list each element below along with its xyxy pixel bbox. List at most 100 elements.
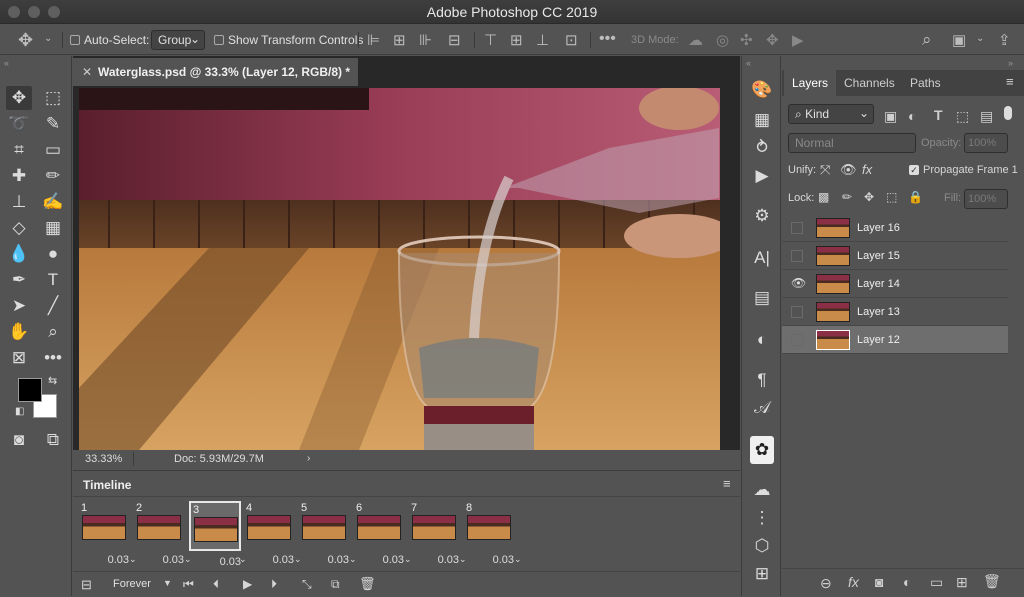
gradient-tool-icon[interactable]: ▦ (40, 216, 66, 240)
tween-icon[interactable]: ⤡ (302, 577, 312, 592)
new-group-icon[interactable]: ▭ (930, 574, 943, 591)
chevron-down-icon[interactable]: ▼ (163, 578, 172, 588)
lock-artboard-icon[interactable]: ⬚ (886, 190, 897, 204)
chevron-down-icon[interactable]: ⌄ (44, 33, 52, 44)
quick-select-tool-icon[interactable]: ✎ (40, 112, 66, 136)
path-select-icon[interactable]: ➤ (6, 294, 32, 318)
creative-cloud-icon[interactable]: ☁ (742, 476, 782, 504)
filter-kind-dropdown[interactable]: ⌕ Kind ⌄ (788, 104, 874, 124)
3d-slide-icon[interactable]: ✥ (766, 31, 779, 49)
move-tool-icon[interactable]: ✥ (18, 30, 33, 51)
frame-delay[interactable]: 0.03 (409, 554, 459, 566)
eye-icon[interactable]: 👁 (791, 277, 806, 290)
hand-tool-icon[interactable]: ✋ (6, 320, 32, 344)
opacity-field[interactable]: 100% (964, 133, 1008, 153)
visibility-toggle[interactable] (791, 306, 803, 318)
timeline-frame[interactable]: 8 0.03 (464, 501, 516, 566)
default-colors-icon[interactable]: ◧ (15, 406, 24, 417)
3d-panel-icon[interactable]: ⬡ (742, 532, 782, 560)
chevron-down-icon[interactable]: ⌄ (514, 554, 522, 565)
collapse-icon[interactable]: « (4, 58, 9, 68)
frame-delay[interactable]: 0.03 (191, 556, 241, 568)
plugin-panel-icon[interactable]: ✿ (750, 436, 774, 464)
timeline-frame[interactable]: 1 0.03 (79, 501, 131, 566)
zoom-window-button[interactable] (48, 6, 60, 18)
unify-position-icon[interactable]: ⤧ (820, 162, 830, 178)
move-tool-icon[interactable]: ✥ (6, 86, 32, 110)
canvas-image[interactable] (79, 88, 720, 450)
distribute-icon[interactable]: ⊟ (448, 31, 461, 49)
3d-roll-icon[interactable]: ◎ (716, 31, 729, 49)
convert-timeline-icon[interactable]: ⊟ (81, 577, 92, 593)
swatches-panel-icon[interactable]: ▦ (742, 106, 782, 134)
next-frame-icon[interactable]: ⏵ (271, 577, 277, 592)
history-panel-icon[interactable]: ⥁ (742, 134, 782, 162)
panel-menu-icon[interactable]: ≡ (1006, 74, 1014, 89)
frame-delay[interactable]: 0.03 (354, 554, 404, 566)
align-middle-icon[interactable]: ⊞ (510, 31, 523, 49)
frame-delay[interactable]: 0.03 (464, 554, 514, 566)
filter-adjustment-icon[interactable]: ◐ (908, 108, 916, 124)
timeline-frame[interactable]: 5 0.03 (299, 501, 351, 566)
loop-options[interactable]: Forever (113, 578, 151, 590)
layer-row[interactable]: Layer 13 (782, 298, 1008, 326)
unify-visibility-icon[interactable]: 👁 (840, 162, 857, 178)
first-frame-icon[interactable]: ⏮ (183, 577, 194, 592)
new-layer-icon[interactable]: ⊞ (956, 574, 968, 591)
align-center-icon[interactable]: ⊞ (393, 31, 406, 49)
collapse-icon[interactable]: » (1008, 58, 1013, 68)
blend-mode-dropdown[interactable]: Normal (788, 133, 916, 153)
zoom-level[interactable]: 33.33% (85, 450, 122, 468)
tab-paths[interactable]: Paths (902, 70, 949, 96)
chevron-right-icon[interactable]: › (307, 450, 310, 468)
swap-colors-icon[interactable]: ⇆ (48, 374, 57, 387)
auto-select-dropdown[interactable]: Group ⌄ (151, 30, 205, 50)
brush-tool-icon[interactable]: ✏ (40, 164, 66, 188)
timeline-frame[interactable]: 4 0.03 (244, 501, 296, 566)
previous-frame-icon[interactable]: ⏴ (213, 577, 219, 592)
visibility-toggle[interactable] (791, 334, 803, 346)
workspace-icon[interactable]: ▣ (952, 31, 966, 49)
tab-layers[interactable]: Layers (784, 70, 837, 96)
minimize-window-button[interactable] (28, 6, 40, 18)
timeline-frame[interactable]: 2 0.03 (134, 501, 186, 566)
actions-panel-icon[interactable]: ▶ (742, 162, 782, 190)
layer-row[interactable]: Layer 12 (782, 326, 1008, 354)
layer-row[interactable]: 👁 Layer 14 (782, 270, 1008, 298)
history-brush-icon[interactable]: ✍ (40, 190, 66, 214)
pen-tool-icon[interactable]: ✒ (6, 268, 32, 292)
brushes-panel-icon[interactable]: ⋮ (742, 504, 782, 532)
paragraph-panel-icon[interactable]: ¶ (742, 366, 782, 394)
ruler-tool-icon[interactable]: ▭ (40, 138, 66, 162)
lock-transparent-icon[interactable]: ▩ (818, 190, 829, 204)
eraser-tool-icon[interactable]: ◇ (6, 216, 32, 240)
filter-smart-object-icon[interactable]: ▤ (980, 108, 993, 125)
screen-mode-icon[interactable]: ⧉ (40, 428, 66, 452)
edit-toolbar-icon[interactable]: ••• (40, 346, 66, 370)
dodge-tool-icon[interactable]: ● (40, 242, 66, 266)
show-transform-checkbox[interactable] (214, 35, 224, 45)
frame-delay[interactable]: 0.03 (299, 554, 349, 566)
lock-all-icon[interactable]: 🔒 (908, 190, 923, 204)
3d-scale-icon[interactable]: ▶ (792, 31, 804, 49)
propagate-checkbox[interactable]: ✓ (909, 165, 919, 175)
frame-tool-icon[interactable]: ⊠ (6, 346, 32, 370)
character-panel-icon[interactable]: A| (742, 244, 782, 272)
align-right-icon[interactable]: ⊪ (419, 31, 432, 49)
filter-shape-icon[interactable]: ⬚ (956, 108, 969, 125)
zoom-tool-icon[interactable]: ⌕ (40, 320, 66, 344)
timeline-frame[interactable]: 6 0.03 (354, 501, 406, 566)
document-tab[interactable]: ✕ Waterglass.psd @ 33.3% (Layer 12, RGB/… (73, 58, 358, 86)
type-tool-icon[interactable]: T (40, 268, 66, 292)
distribute-vertical-icon[interactable]: ⊡ (565, 31, 578, 49)
new-adjustment-icon[interactable]: ◐ (903, 574, 911, 590)
timeline-frame[interactable]: 7 0.03 (409, 501, 461, 566)
play-icon[interactable]: ▶ (243, 577, 252, 591)
search-icon[interactable]: ⌕ (922, 30, 932, 50)
unify-style-icon[interactable]: fx (862, 162, 872, 177)
share-icon[interactable]: ⇪ (998, 31, 1011, 49)
glyphs-panel-icon[interactable]: 𝒜 (742, 394, 782, 422)
3d-orbit-icon[interactable]: ☁ (688, 31, 703, 49)
lasso-tool-icon[interactable]: ➰ (6, 112, 32, 136)
quick-mask-icon[interactable]: ◙ (6, 428, 32, 452)
